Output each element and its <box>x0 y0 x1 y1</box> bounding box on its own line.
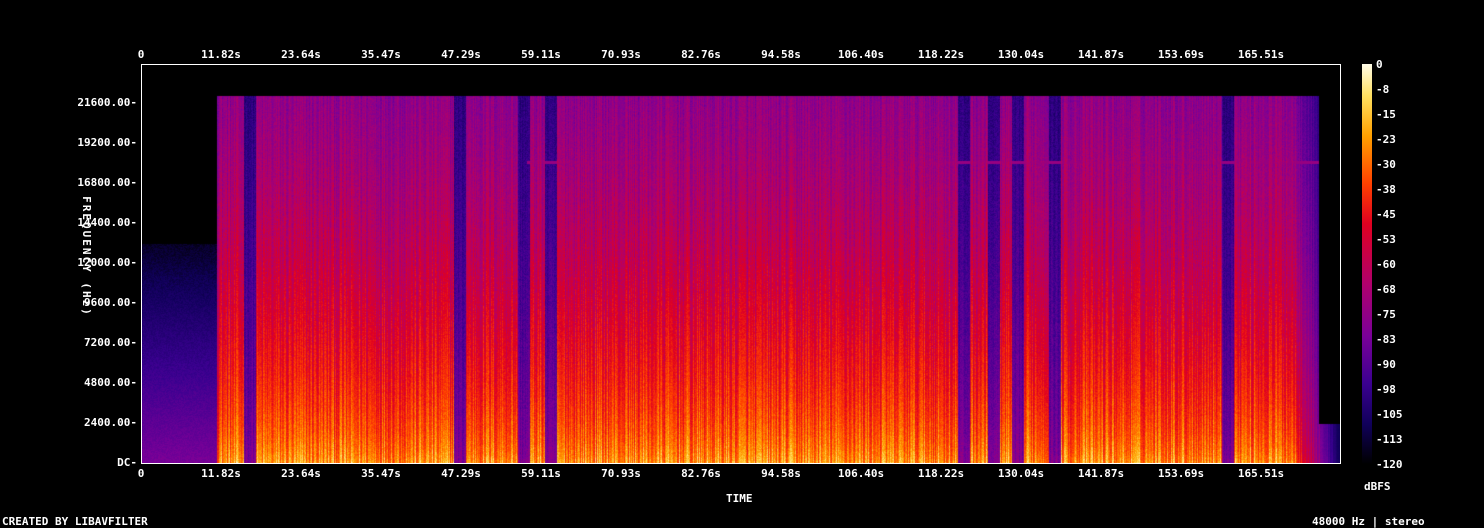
x-tick-bot: 82.76s <box>681 467 721 480</box>
x-tick-top: 70.93s <box>601 48 641 61</box>
x-tick-bot: 70.93s <box>601 467 641 480</box>
colorbar-tick: -8 <box>1376 83 1390 96</box>
x-tick-top: 11.82s <box>201 48 241 61</box>
x-axis-label: TIME <box>726 492 753 505</box>
x-tick-bot: 35.47s <box>361 467 401 480</box>
x-tick-top: 0 <box>137 48 145 61</box>
colorbar-tick: -98 <box>1376 383 1396 396</box>
colorbar-tick: -23 <box>1376 133 1396 146</box>
y-tick: 9600.00- <box>84 296 137 309</box>
colorbar-tick: -38 <box>1376 183 1396 196</box>
x-tick-bot: 11.82s <box>201 467 241 480</box>
y-tick: DC- <box>117 456 137 469</box>
colorbar <box>1362 64 1372 464</box>
y-tick: 7200.00- <box>84 336 137 349</box>
x-tick-bot: 130.04s <box>997 467 1045 480</box>
x-tick-top: 35.47s <box>361 48 401 61</box>
x-tick-top: 82.76s <box>681 48 721 61</box>
x-tick-bot: 59.11s <box>521 467 561 480</box>
colorbar-tick: -15 <box>1376 108 1396 121</box>
x-tick-top: 106.40s <box>837 48 885 61</box>
x-tick-bot: 47.29s <box>441 467 481 480</box>
x-tick-bot: 106.40s <box>837 467 885 480</box>
spectrogram-plot <box>141 64 1341 464</box>
colorbar-tick: -30 <box>1376 158 1396 171</box>
colorbar-tick: -53 <box>1376 233 1396 246</box>
y-tick: 12000.00- <box>77 256 137 269</box>
colorbar-tick: -120 <box>1376 458 1403 471</box>
x-tick-top: 47.29s <box>441 48 481 61</box>
x-tick-top: 23.64s <box>281 48 321 61</box>
y-tick: 21600.00- <box>77 96 137 109</box>
x-tick-top: 153.69s <box>1157 48 1205 61</box>
x-tick-bot: 0 <box>137 467 145 480</box>
y-tick: 16800.00- <box>77 176 137 189</box>
colorbar-tick: -68 <box>1376 283 1396 296</box>
colorbar-tick: -113 <box>1376 433 1403 446</box>
x-tick-bot: 165.51s <box>1237 467 1285 480</box>
colorbar-tick: -90 <box>1376 358 1396 371</box>
y-tick: 4800.00- <box>84 376 137 389</box>
x-tick-bot: 94.58s <box>761 467 801 480</box>
x-tick-top: 141.87s <box>1077 48 1125 61</box>
footer-format: 48000 Hz | stereo <box>1312 515 1425 528</box>
x-tick-bot: 153.69s <box>1157 467 1205 480</box>
colorbar-tick: -45 <box>1376 208 1396 221</box>
y-tick: 2400.00- <box>84 416 137 429</box>
x-tick-top: 59.11s <box>521 48 561 61</box>
y-tick: 19200.00- <box>77 136 137 149</box>
x-tick-bot: 141.87s <box>1077 467 1125 480</box>
x-tick-bot: 118.22s <box>917 467 965 480</box>
colorbar-tick: 0 <box>1376 58 1383 71</box>
colorbar-tick: -60 <box>1376 258 1396 271</box>
y-tick: 14400.00- <box>77 216 137 229</box>
x-tick-top: 130.04s <box>997 48 1045 61</box>
colorbar-label: dBFS <box>1364 480 1391 493</box>
colorbar-tick: -83 <box>1376 333 1396 346</box>
footer-credit: CREATED BY LIBAVFILTER <box>2 515 148 528</box>
colorbar-tick: -105 <box>1376 408 1403 421</box>
x-tick-top: 94.58s <box>761 48 801 61</box>
colorbar-tick: -75 <box>1376 308 1396 321</box>
x-tick-bot: 23.64s <box>281 467 321 480</box>
x-tick-top: 165.51s <box>1237 48 1285 61</box>
x-tick-top: 118.22s <box>917 48 965 61</box>
